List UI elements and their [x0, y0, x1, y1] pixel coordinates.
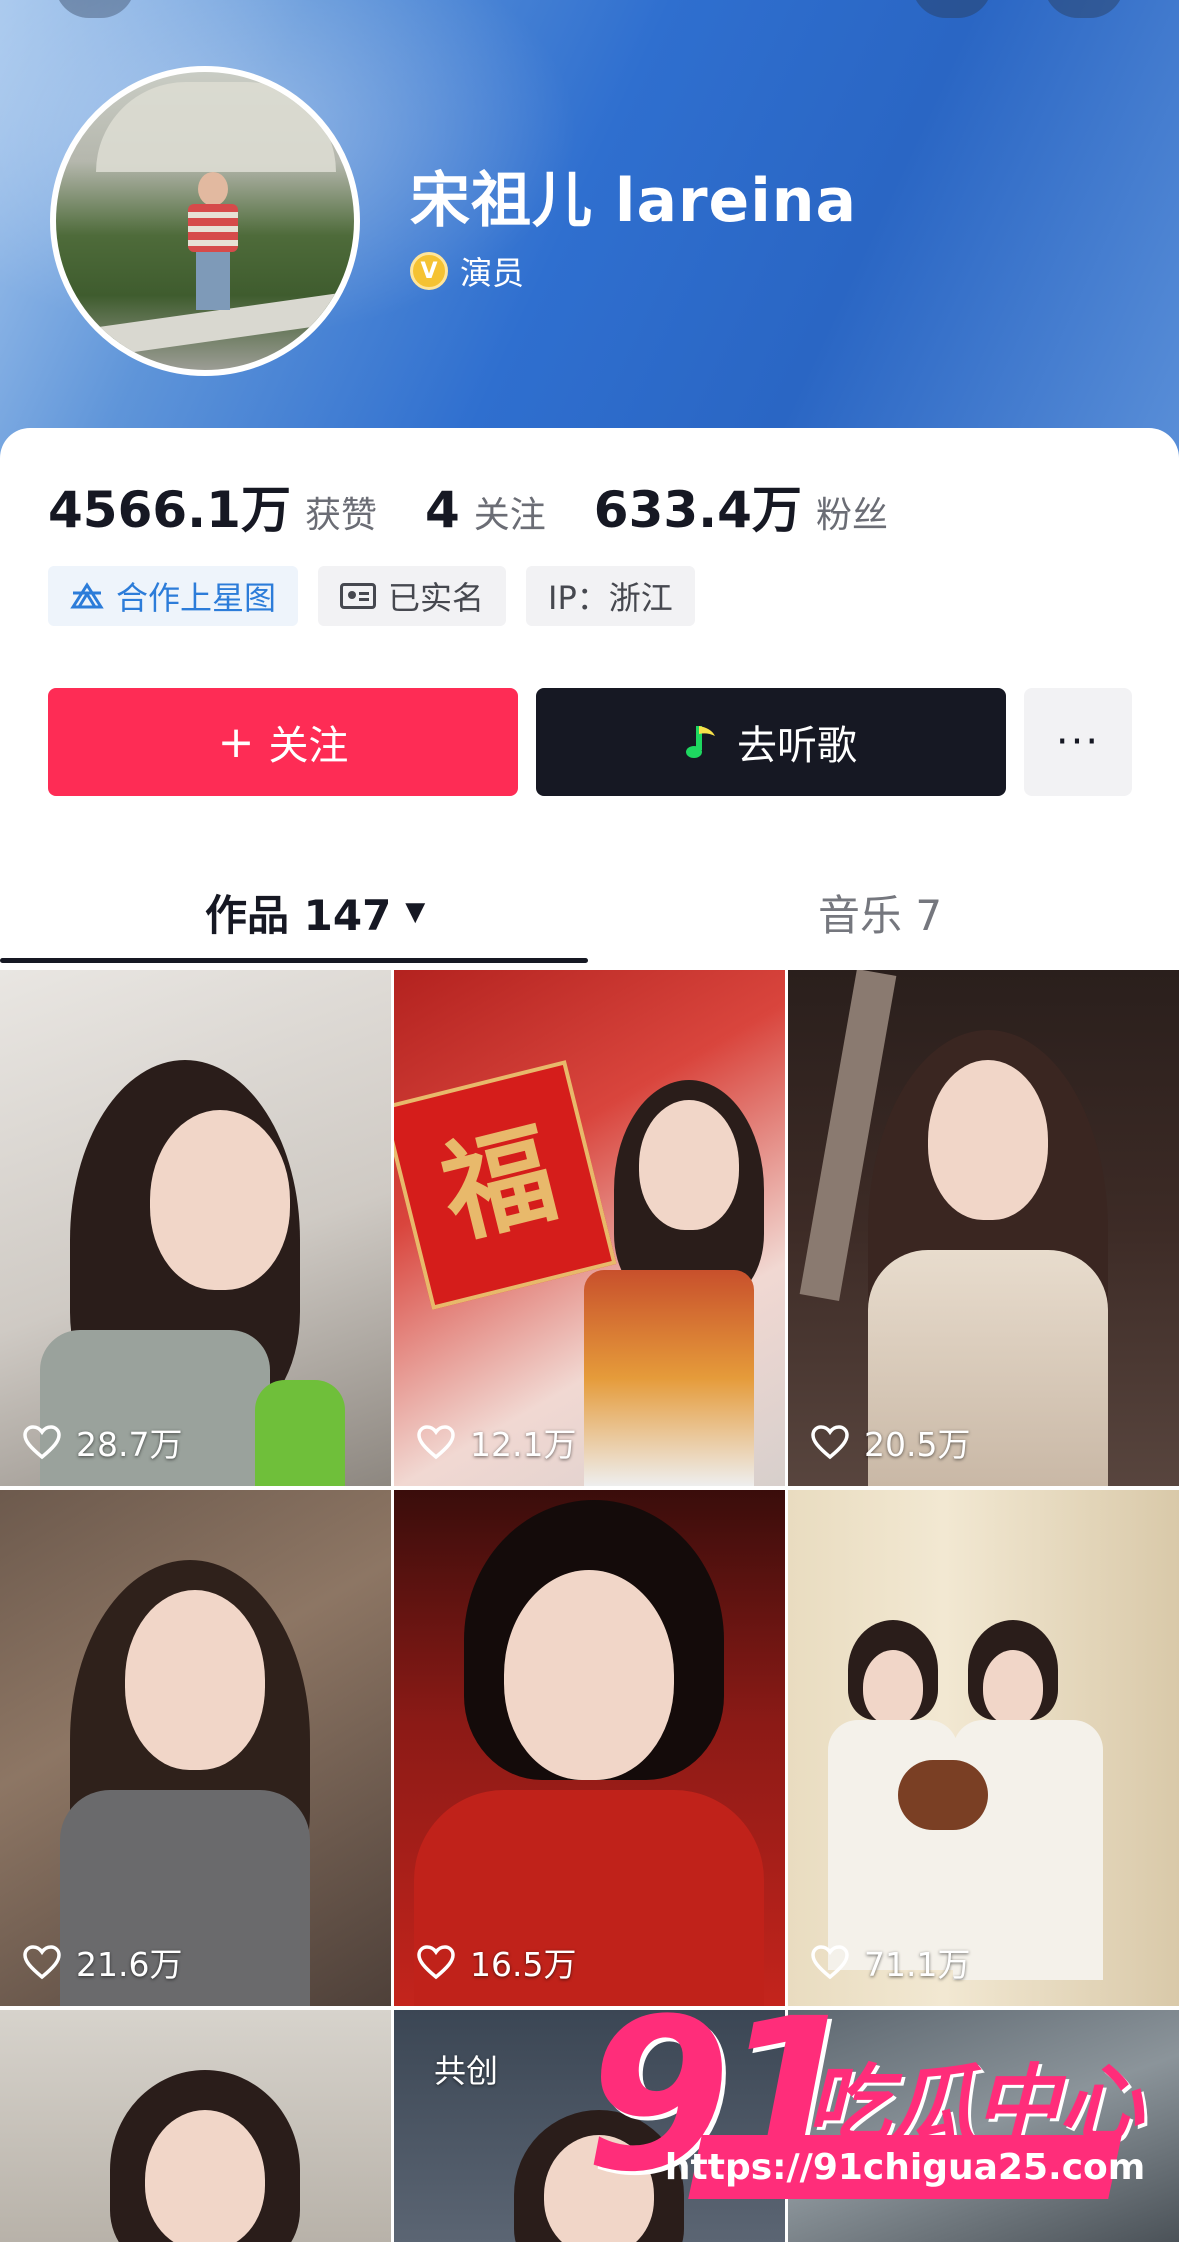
like-count: 12.1万	[416, 1418, 576, 1466]
star-map-label: 合作上星图	[116, 579, 277, 617]
back-button[interactable]	[55, 0, 135, 18]
tab-music[interactable]: 音乐 7	[818, 862, 942, 962]
active-tab-indicator	[0, 958, 588, 963]
id-card-icon	[340, 583, 377, 609]
real-name-tag[interactable]: 已实名	[318, 566, 507, 626]
video-thumbnail[interactable]: 21.6万	[0, 1490, 391, 2006]
watermark-url-text: https://91chigua25.com	[664, 2146, 1146, 2188]
followers-count[interactable]: 633.4万	[594, 470, 802, 542]
like-count-label: 16.5万	[470, 1945, 577, 1984]
likes-count[interactable]: 4566.1万	[48, 470, 291, 542]
real-name-label: 已实名	[388, 579, 485, 617]
like-count-label: 20.5万	[864, 1425, 971, 1464]
follow-button[interactable]: + 关注	[48, 688, 518, 796]
tab-works[interactable]: 作品 147 ▼	[205, 862, 425, 962]
video-thumbnail[interactable]: 20.5万	[788, 970, 1179, 1486]
video-thumbnail[interactable]	[0, 2010, 391, 2242]
following-count[interactable]: 4	[425, 481, 460, 539]
content-tabs: 作品 147 ▼ 音乐 7	[0, 862, 1179, 970]
like-count: 16.5万	[416, 1938, 576, 1986]
likes-label[interactable]: 获赞	[305, 486, 377, 538]
profile-tags: 合作上星图 已实名 IP：浙江	[48, 566, 715, 626]
heart-icon	[23, 1425, 61, 1460]
like-count: 28.7万	[22, 1418, 182, 1466]
plus-icon: +	[217, 716, 255, 768]
verified-icon: V	[410, 252, 448, 290]
avatar[interactable]	[50, 66, 360, 376]
caret-down-icon[interactable]: ▼	[405, 897, 425, 927]
star-map-tag[interactable]: 合作上星图	[48, 566, 299, 626]
heart-icon	[417, 1425, 455, 1460]
profile-name: 宋祖儿 lareina	[410, 166, 857, 236]
like-count-label: 21.6万	[76, 1945, 183, 1984]
like-count-label: 71.1万	[864, 1945, 971, 1984]
following-label[interactable]: 关注	[474, 486, 546, 538]
tab-works-label: 作品 147	[205, 890, 392, 940]
music-note-icon	[686, 726, 715, 758]
menu-button[interactable]	[1044, 0, 1124, 18]
co-creation-badge: 共创	[434, 2052, 499, 2090]
video-thumbnail[interactable]: 16.5万	[394, 1490, 785, 2006]
role-label: 演员	[460, 254, 525, 292]
stats-row: 4566.1万 获赞 4 关注 633.4万 粉丝	[48, 470, 936, 542]
listen-music-button[interactable]: 去听歌	[536, 688, 1006, 796]
fu-character: 福	[429, 1107, 568, 1260]
followers-label[interactable]: 粉丝	[816, 486, 888, 538]
like-count: 21.6万	[22, 1938, 182, 1986]
watermark-url: https://91chigua25.com	[665, 2135, 1145, 2199]
avatar-photo-child	[184, 172, 240, 322]
like-count-label: 28.7万	[76, 1425, 183, 1464]
video-thumbnail[interactable]: 71.1万	[788, 1490, 1179, 2006]
star-map-icon	[70, 582, 104, 609]
like-count-label: 12.1万	[470, 1425, 577, 1464]
video-thumbnail[interactable]: 福 12.1万	[394, 970, 785, 1486]
follow-label: 关注	[268, 723, 349, 769]
profile-role: V 演员	[410, 248, 524, 294]
action-buttons: + 关注 去听歌 ···	[48, 688, 1132, 796]
tab-music-label: 音乐 7	[818, 890, 943, 940]
like-count: 20.5万	[810, 1418, 970, 1466]
ip-location-tag: IP：浙江	[526, 566, 695, 626]
watermark-logo: 91 吃瓜中心 https://91chigua25.com	[585, 1973, 1179, 2242]
ip-location-label: IP：浙江	[548, 579, 673, 617]
heart-icon	[23, 1945, 61, 1980]
search-button[interactable]	[912, 0, 992, 18]
listen-label: 去听歌	[737, 723, 857, 769]
heart-icon	[811, 1425, 849, 1460]
heart-icon	[417, 1945, 455, 1980]
more-options-button[interactable]: ···	[1024, 688, 1132, 796]
video-thumbnail[interactable]: 28.7万	[0, 970, 391, 1486]
